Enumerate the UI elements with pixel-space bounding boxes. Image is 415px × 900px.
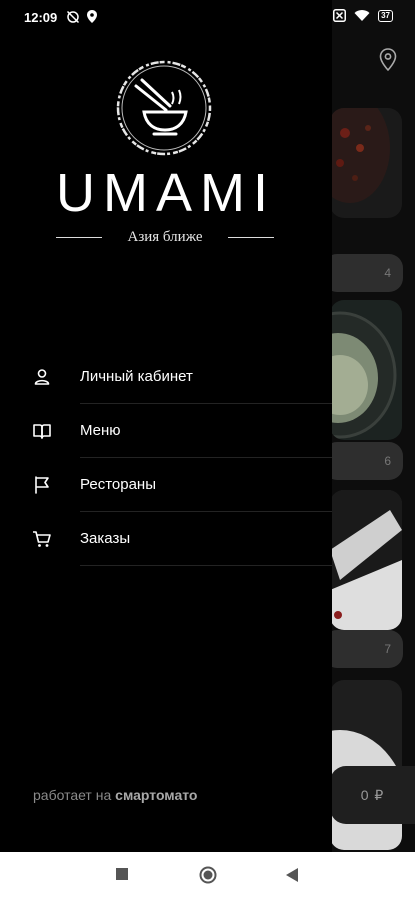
divider — [80, 565, 332, 566]
book-icon — [33, 424, 51, 439]
item-count-badge: 4 — [323, 254, 403, 292]
menu-item-orders[interactable]: Заказы — [0, 512, 332, 566]
recents-button[interactable] — [116, 868, 128, 880]
tagline-divider — [228, 237, 274, 238]
user-icon — [34, 369, 50, 385]
clock: 12:09 — [24, 10, 58, 25]
tagline-divider — [56, 237, 102, 238]
brand-tagline-row: Азия ближе — [56, 229, 274, 246]
dish-card-3[interactable] — [330, 490, 402, 630]
battery-level: 37 — [381, 10, 390, 20]
dish-card-4[interactable] — [330, 680, 402, 850]
menu-item-label: Меню — [80, 422, 121, 439]
footer-prefix: работает на — [33, 787, 112, 803]
sim-icon — [333, 9, 347, 22]
drawer-menu: Личный кабинет Меню Рестораны Заказы — [0, 350, 332, 566]
dish-card-1[interactable] — [330, 108, 402, 218]
footer-brand: смартомато — [115, 787, 198, 803]
menu-item-menu[interactable]: Меню — [0, 404, 332, 458]
menu-item-label: Личный кабинет — [80, 368, 193, 385]
cart-icon — [33, 531, 51, 547]
system-nav-bar — [0, 852, 415, 900]
brand-name: UMAMI — [56, 163, 276, 223]
menu-item-account[interactable]: Личный кабинет — [0, 350, 332, 404]
flag-icon — [35, 476, 49, 494]
dish-card-2[interactable] — [330, 300, 402, 440]
menu-item-label: Заказы — [80, 530, 131, 547]
menu-item-label: Рестораны — [80, 476, 156, 493]
item-count-badge: 6 — [323, 442, 403, 480]
wifi-icon — [354, 9, 370, 21]
battery-icon: 37 — [378, 9, 393, 22]
location-pin-icon[interactable] — [379, 48, 397, 72]
sync-off-icon — [66, 10, 80, 24]
navigation-drawer: UMAMI Азия ближе Личный кабинет Меню Рес… — [0, 0, 332, 852]
powered-by-footer[interactable]: работает на смартомато — [33, 787, 198, 803]
bowl-logo-icon — [116, 60, 212, 156]
item-count-badge: 7 — [323, 630, 403, 668]
menu-item-restaurants[interactable]: Рестораны — [0, 458, 332, 512]
cart-total-button[interactable]: 0 ₽ — [330, 766, 415, 824]
status-bar: 12:09 37 — [0, 0, 415, 36]
back-button[interactable] — [286, 868, 298, 882]
brand-tagline: Азия ближе — [127, 229, 203, 245]
location-icon — [87, 10, 97, 23]
home-button[interactable] — [199, 866, 217, 884]
